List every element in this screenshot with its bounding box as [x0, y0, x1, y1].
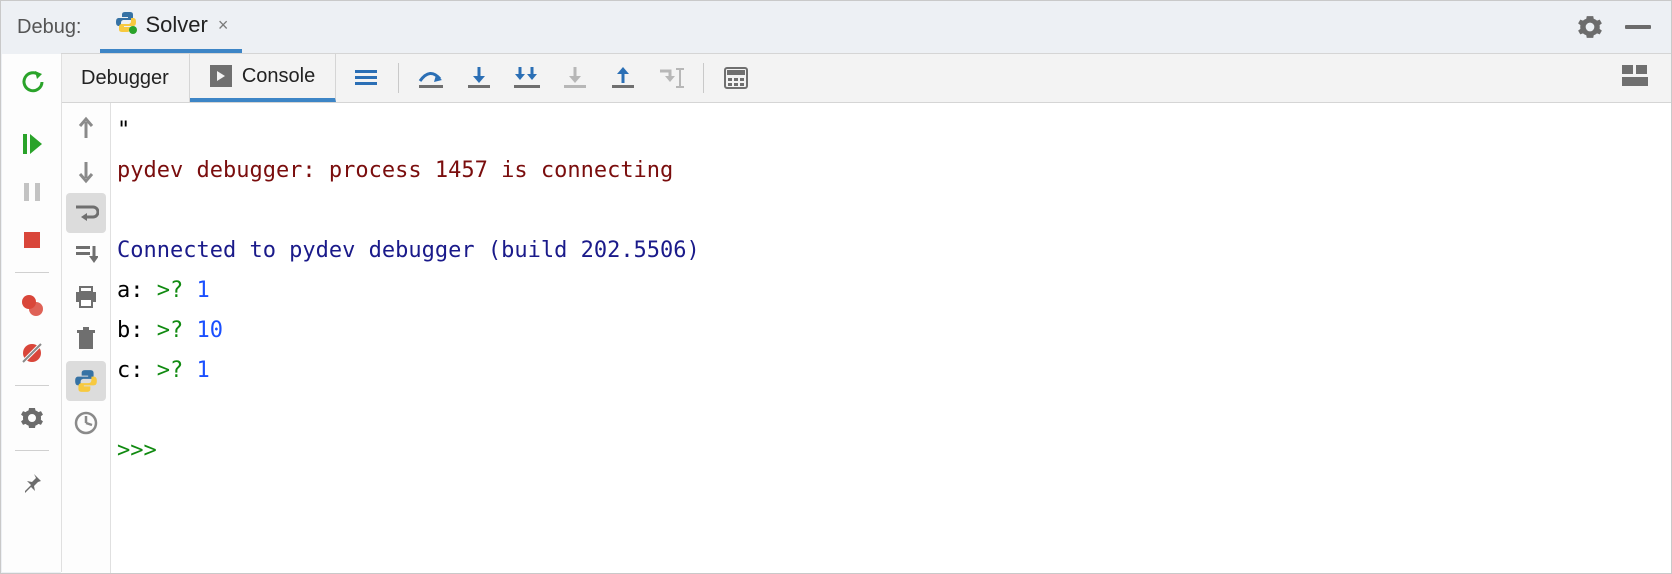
console-line: "	[117, 118, 130, 143]
minimize-icon[interactable]	[1625, 25, 1651, 29]
tab-debugger[interactable]: Debugger	[61, 54, 190, 102]
run-config-name: Solver	[146, 12, 208, 38]
print-button[interactable]	[66, 277, 106, 317]
console-play-icon	[210, 65, 232, 87]
tab-console-label: Console	[242, 65, 315, 88]
console-line: Connected to pydev debugger (build 202.5…	[117, 238, 700, 263]
console-line: b: >? 10	[117, 318, 223, 343]
history-button[interactable]	[66, 403, 106, 443]
resume-button[interactable]	[10, 122, 54, 166]
mute-breakpoints-button[interactable]	[10, 331, 54, 375]
rail-separator	[15, 272, 49, 273]
scroll-up-button[interactable]	[66, 109, 106, 149]
step-into-icon[interactable]	[457, 56, 501, 100]
scroll-to-end-button[interactable]	[66, 235, 106, 275]
toolbar-separator	[398, 63, 399, 93]
run-to-cursor-icon[interactable]	[649, 56, 693, 100]
force-step-into-icon[interactable]	[553, 56, 597, 100]
step-out-icon[interactable]	[601, 56, 645, 100]
clear-all-button[interactable]	[66, 319, 106, 359]
view-breakpoints-button[interactable]	[10, 283, 54, 327]
console-output[interactable]: " pydev debugger: process 1457 is connec…	[111, 103, 1671, 573]
tab-console[interactable]: Console	[190, 54, 336, 102]
console-line: a: >? 1	[117, 278, 210, 303]
pin-tab-button[interactable]	[10, 461, 54, 505]
console-area: " pydev debugger: process 1457 is connec…	[61, 103, 1671, 573]
toolbar-separator	[703, 63, 704, 93]
python-icon	[114, 10, 138, 40]
console-action-rail	[61, 103, 111, 573]
rail-separator	[15, 385, 49, 386]
step-into-my-code-icon[interactable]	[505, 56, 549, 100]
step-over-icon[interactable]	[409, 56, 453, 100]
step-toolbar	[336, 54, 758, 102]
rerun-button[interactable]	[10, 60, 54, 104]
stop-button[interactable]	[10, 218, 54, 262]
gear-icon[interactable]	[1577, 14, 1603, 40]
debugger-settings-button[interactable]	[10, 396, 54, 440]
scroll-down-button[interactable]	[66, 151, 106, 191]
soft-wrap-button[interactable]	[66, 193, 106, 233]
run-config-tab[interactable]: Solver ×	[100, 1, 243, 53]
tab-debugger-label: Debugger	[81, 67, 169, 90]
repl-prompt[interactable]: >>>	[117, 438, 170, 463]
debug-label: Debug:	[17, 16, 82, 39]
debug-action-rail	[2, 54, 62, 572]
rail-separator	[15, 450, 49, 451]
layout-settings-icon[interactable]	[1613, 54, 1657, 98]
evaluate-expression-icon[interactable]	[714, 56, 758, 100]
close-tab-icon[interactable]: ×	[218, 15, 229, 36]
debug-tool-window: Debug: Solver × Debugger	[0, 0, 1672, 574]
debug-title-bar: Debug: Solver ×	[1, 1, 1671, 53]
console-line: pydev debugger: process 1457 is connecti…	[117, 158, 673, 183]
pause-button[interactable]	[10, 170, 54, 214]
debugger-toolbar: Debugger Console	[61, 53, 1671, 103]
console-line: c: >? 1	[117, 358, 210, 383]
show-execution-point-icon[interactable]	[344, 56, 388, 100]
show-python-prompt-button[interactable]	[66, 361, 106, 401]
